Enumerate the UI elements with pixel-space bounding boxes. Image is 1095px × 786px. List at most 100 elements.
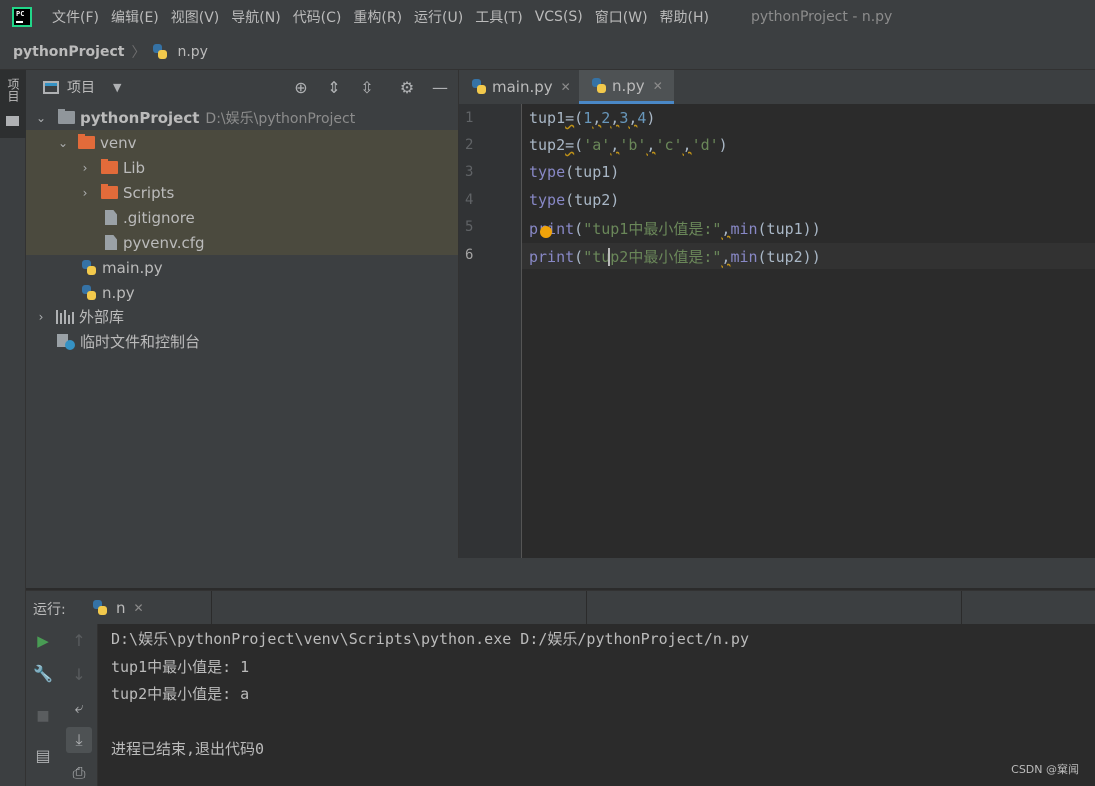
project-panel-title[interactable]: 项目 [67, 77, 95, 97]
breadcrumb-separator-icon: 〉 [131, 44, 146, 61]
chevron-right-icon[interactable]: › [78, 161, 92, 175]
line-number-gutter: 1 2 3 4 5 6 [458, 104, 522, 558]
collapse-all-icon[interactable]: ⇳ [357, 78, 377, 98]
wrench-icon[interactable]: 🔧 [32, 663, 54, 685]
menu-view[interactable]: 视图(V) [171, 7, 220, 27]
chevron-down-icon[interactable]: ⌄ [56, 136, 70, 150]
python-file-icon [81, 284, 97, 301]
menu-window[interactable]: 窗口(W) [595, 7, 648, 27]
hide-icon[interactable]: — [430, 78, 450, 98]
tab-main-py[interactable]: main.py ✕ [471, 70, 581, 104]
run-toolbar-primary: ▶ 🔧 ■ ▤ [26, 624, 60, 786]
code-line[interactable]: print("tup2中最小值是:",min(tup2)) [529, 246, 821, 267]
tree-item-label: 外部库 [79, 308, 125, 326]
python-file-icon [591, 77, 607, 94]
tab-label: n.py [612, 76, 645, 95]
console-line: tup2中最小值是: a [111, 685, 250, 703]
watermark: CSDN @窠闻 [1011, 763, 1079, 776]
console-line: D:\娱乐\pythonProject\venv\Scripts\python.… [111, 630, 749, 648]
tree-item-venv[interactable]: ⌄ venv [26, 130, 458, 155]
scroll-to-end-icon[interactable]: ⤓ [66, 727, 92, 753]
folder-icon [101, 159, 118, 174]
layout-icon[interactable]: ▤ [32, 745, 54, 767]
divider [586, 591, 587, 625]
menu-tools[interactable]: 工具(T) [475, 7, 522, 27]
print-icon[interactable]: ⎙ [68, 762, 90, 784]
menu-refactor[interactable]: 重构(R) [353, 7, 402, 27]
tab-n-py[interactable]: n.py ✕ [579, 70, 674, 104]
close-icon[interactable]: ✕ [134, 601, 144, 615]
tab-label: main.py [492, 78, 553, 96]
ignore-file-icon [105, 210, 117, 225]
tree-item-main-py[interactable]: main.py [26, 255, 458, 280]
python-file-icon [471, 79, 487, 95]
tree-item-label: main.py [102, 258, 163, 277]
tree-item-external-libraries[interactable]: › 外部库 [26, 304, 458, 329]
code-line[interactable]: type(tup2) [529, 191, 619, 209]
line-number: 4 [465, 192, 474, 208]
menu-file[interactable]: 文件(F) [52, 7, 99, 27]
menu-code[interactable]: 代码(C) [293, 7, 342, 27]
project-tool-button[interactable]: 项目 [0, 70, 26, 138]
chevron-right-icon[interactable]: › [78, 186, 92, 200]
chevron-right-icon[interactable]: › [34, 310, 48, 324]
run-console[interactable]: D:\娱乐\pythonProject\venv\Scripts\python.… [98, 624, 1095, 786]
locate-icon[interactable]: ⊕ [291, 78, 311, 98]
run-tab-n[interactable]: n ✕ [84, 591, 210, 625]
pycharm-logo-icon: PC [12, 7, 32, 27]
chevron-down-icon[interactable]: ⌄ [34, 111, 48, 125]
line-number: 3 [465, 164, 474, 180]
chevron-down-icon[interactable]: ▼ [113, 81, 121, 94]
scratches-console-icon [57, 333, 75, 350]
code-line[interactable]: tup2=('a','b','c','d') [529, 136, 728, 154]
tree-item-label: pyvenv.cfg [123, 233, 205, 252]
window-title: pythonProject - n.py [751, 9, 893, 25]
menu-vcs[interactable]: VCS(S) [535, 9, 583, 25]
python-file-icon [152, 43, 168, 60]
code-line[interactable]: print("tup1中最小值是:",min(tup1)) [529, 218, 821, 239]
tree-item-n-py[interactable]: n.py [26, 280, 458, 305]
tree-item-scripts[interactable]: › Scripts [26, 180, 458, 205]
run-panel-header: 运行: n ✕ [26, 590, 1095, 625]
project-tool-label: 项目 [6, 78, 20, 102]
folder-icon [6, 116, 19, 126]
tree-item-label: .gitignore [123, 208, 195, 227]
folder-icon [101, 184, 118, 199]
gear-icon[interactable]: ⚙ [397, 78, 417, 98]
arrow-up-icon[interactable]: ↑ [68, 630, 90, 652]
breadcrumb-project[interactable]: pythonProject [13, 44, 124, 60]
menu-navigate[interactable]: 导航(N) [231, 7, 280, 27]
python-file-icon [92, 600, 108, 616]
code-editor[interactable]: tup1=(1,2,3,4) tup2=('a','b','c','d') ty… [522, 104, 1095, 558]
editor-bottom-band [458, 558, 1095, 588]
text-caret [608, 248, 610, 266]
code-line[interactable]: tup1=(1,2,3,4) [529, 109, 655, 127]
run-panel-label: 运行: [33, 602, 66, 618]
tree-item-project-root[interactable]: ⌄ pythonProject D:\娱乐\pythonProject [26, 105, 458, 130]
rerun-icon[interactable]: ▶ [32, 630, 54, 652]
line-number-current: 6 [465, 247, 474, 263]
stop-icon[interactable]: ■ [32, 705, 54, 727]
expand-all-icon[interactable]: ⇕ [324, 78, 344, 98]
breadcrumb-file[interactable]: n.py [152, 43, 208, 60]
lightbulb-icon[interactable] [540, 226, 552, 238]
line-number: 2 [465, 137, 474, 153]
console-line: 进程已结束,退出代码0 [111, 740, 265, 758]
arrow-down-icon[interactable]: ↓ [68, 664, 90, 686]
tree-item-pyvenv[interactable]: pyvenv.cfg [26, 230, 458, 255]
code-line[interactable]: type(tup1) [529, 163, 619, 181]
tree-item-scratches[interactable]: 临时文件和控制台 [26, 329, 458, 354]
project-panel-header: 项目 ▼ ⊕ ⇕ ⇳ ⚙ — [26, 70, 458, 104]
close-icon[interactable]: ✕ [653, 79, 663, 93]
tree-item-lib[interactable]: › Lib [26, 155, 458, 180]
folder-icon [58, 109, 75, 124]
tree-item-label: n.py [102, 283, 135, 302]
soft-wrap-icon[interactable]: ⤶ [68, 697, 90, 719]
menu-edit[interactable]: 编辑(E) [111, 7, 159, 27]
tree-item-gitignore[interactable]: .gitignore [26, 205, 458, 230]
menu-help[interactable]: 帮助(H) [660, 7, 709, 27]
divider [961, 591, 962, 625]
line-number: 1 [465, 110, 474, 126]
close-icon[interactable]: ✕ [561, 80, 571, 94]
menu-run[interactable]: 运行(U) [414, 7, 463, 27]
